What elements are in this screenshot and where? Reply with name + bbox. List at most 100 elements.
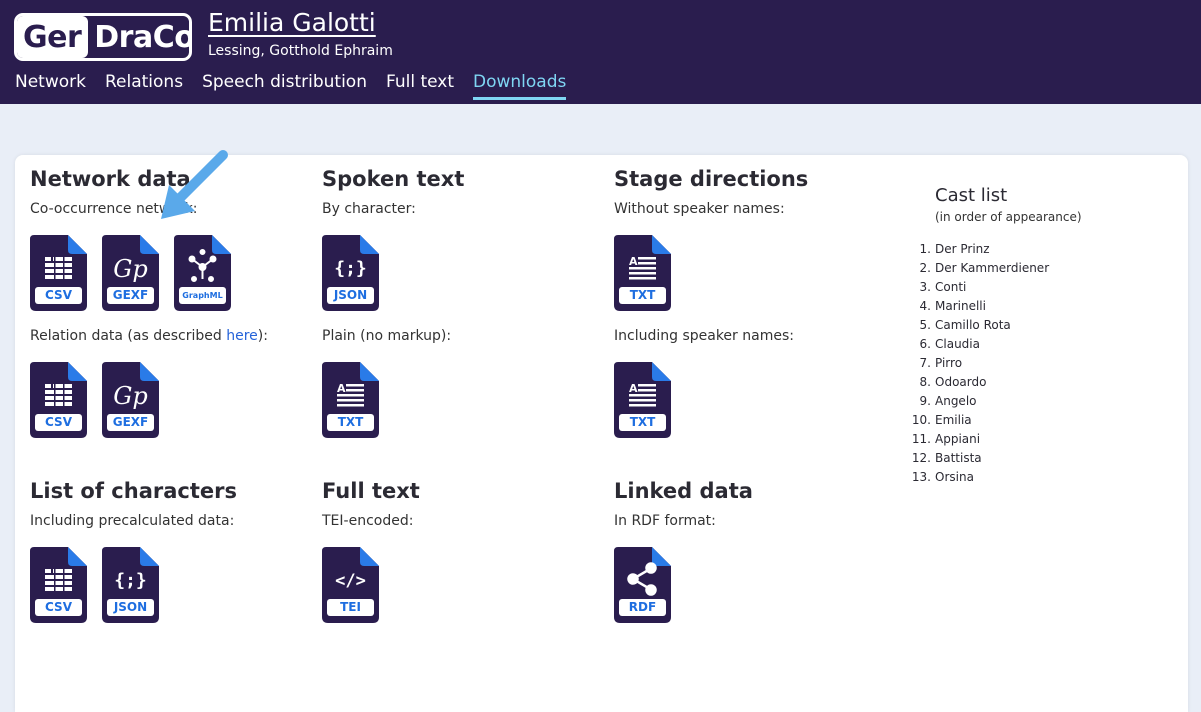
cast-number: 3.	[919, 280, 931, 294]
stage-txt-including-download[interactable]: A TXT	[614, 362, 671, 438]
format-label: CSV	[35, 287, 82, 304]
by-character-label: By character:	[322, 201, 416, 217]
rdf-download[interactable]: RDF	[614, 547, 671, 623]
by-character-downloads: {;} JSON	[322, 235, 379, 311]
cast-number: 1.	[919, 242, 931, 256]
including-speaker-downloads: A TXT	[614, 362, 671, 438]
relation-label-suffix: ):	[257, 328, 268, 344]
full-text-section: Full text	[322, 479, 420, 503]
relation-csv-download[interactable]: CSV	[30, 362, 87, 438]
cast-number: 6.	[919, 337, 931, 351]
cast-name: Claudia	[935, 337, 980, 351]
highlight-arrow-icon	[161, 150, 228, 219]
relation-gexf-download[interactable]: Gp GEXF	[102, 362, 159, 438]
play-title[interactable]: Emilia Galotti	[208, 8, 376, 37]
cooccurrence-gexf-download[interactable]: Gp GEXF	[102, 235, 159, 311]
without-speaker-label: Without speaker names:	[614, 201, 785, 217]
linked-data-section: Linked data	[614, 479, 753, 503]
cast-name: Appiani	[935, 432, 981, 446]
including-speaker-label: Including speaker names:	[614, 328, 794, 344]
cast-number: 7.	[919, 356, 931, 370]
cast-list-item: 1. Der Prinz	[908, 240, 1049, 259]
play-author: Lessing, Gotthold Ephraim	[208, 43, 393, 59]
characters-downloads: CSV {;} JSON	[30, 547, 159, 623]
format-label: GraphML	[179, 287, 226, 304]
characters-json-download[interactable]: {;} JSON	[102, 547, 159, 623]
svg-text:Gp: Gp	[113, 255, 148, 283]
stage-directions-section: Stage directions	[614, 167, 808, 191]
cast-number: 11.	[911, 432, 931, 446]
relation-downloads: CSV Gp GEXF	[30, 362, 159, 438]
spoken-json-download[interactable]: {;} JSON	[322, 235, 379, 311]
tei-label: TEI-encoded:	[322, 513, 414, 529]
cast-list-item: 6. Claudia	[908, 335, 1049, 354]
tab-network[interactable]: Network	[15, 72, 86, 100]
tei-download[interactable]: </> TEI	[322, 547, 379, 623]
linked-data-downloads: RDF	[614, 547, 671, 623]
format-label: GEXF	[107, 414, 154, 431]
format-label: JSON	[327, 287, 374, 304]
cast-name: Angelo	[935, 394, 977, 408]
tab-downloads[interactable]: Downloads	[473, 72, 567, 100]
format-label: CSV	[35, 414, 82, 431]
cast-list: 1. Der Prinz 2. Der Kammerdiener 3. Conti 4…	[908, 240, 1049, 487]
logo-ger: Ger	[17, 16, 89, 58]
cast-list-title: Cast list	[935, 185, 1008, 206]
tab-speech-distribution[interactable]: Speech distribution	[202, 72, 367, 100]
spoken-text-heading: Spoken text	[322, 167, 465, 191]
linked-data-heading: Linked data	[614, 479, 753, 503]
cooccurrence-graphml-download[interactable]: GraphML	[174, 235, 231, 311]
cast-name: Pirro	[935, 356, 963, 370]
cast-name: Conti	[935, 280, 967, 294]
format-label: TXT	[619, 414, 666, 431]
tab-full-text[interactable]: Full text	[386, 72, 454, 100]
full-text-downloads: </> TEI	[322, 547, 379, 623]
without-speaker-downloads: A TXT	[614, 235, 671, 311]
cast-number: 12.	[911, 451, 931, 465]
tab-relations[interactable]: Relations	[105, 72, 183, 100]
spoken-txt-download[interactable]: A TXT	[322, 362, 379, 438]
svg-text:Gp: Gp	[113, 382, 148, 410]
svg-text:A: A	[337, 382, 346, 395]
stage-txt-without-download[interactable]: A TXT	[614, 235, 671, 311]
relation-data-label: Relation data (as described here):	[30, 328, 268, 344]
cast-name: Der Kammerdiener	[935, 261, 1050, 275]
cast-number: 10.	[911, 413, 931, 427]
cast-number: 13.	[911, 470, 931, 484]
cast-list-item: 5. Camillo Rota	[908, 316, 1049, 335]
cast-list-item: 2. Der Kammerdiener	[908, 259, 1050, 278]
logo-dracor: DraCor	[94, 19, 189, 55]
cast-name: Battista	[935, 451, 982, 465]
format-label: JSON	[107, 599, 154, 616]
full-text-heading: Full text	[322, 479, 420, 503]
cast-number: 2.	[919, 261, 931, 275]
characters-csv-download[interactable]: CSV	[30, 547, 87, 623]
format-label: CSV	[35, 599, 82, 616]
stage-directions-heading: Stage directions	[614, 167, 809, 191]
cast-list-item: 7. Pirro	[908, 354, 1049, 373]
cooccurrence-csv-download[interactable]: CSV	[30, 235, 87, 311]
cast-list-item: 4. Marinelli	[908, 297, 1049, 316]
format-label: RDF	[619, 599, 666, 616]
format-label: TXT	[619, 287, 666, 304]
gerdracor-logo[interactable]: Ger DraCor	[14, 13, 192, 61]
cast-list-item: 12. Battista	[908, 449, 1049, 468]
cast-name: Camillo Rota	[935, 318, 1011, 332]
rdf-label: In RDF format:	[614, 513, 716, 529]
format-label: GEXF	[107, 287, 154, 304]
cast-name: Orsina	[935, 470, 974, 484]
svg-text:{;}: {;}	[334, 258, 367, 279]
cast-name: Odoardo	[935, 375, 987, 389]
cast-list-item: 8. Odoardo	[908, 373, 1049, 392]
cast-list-item: 13. Orsina	[908, 468, 1049, 487]
cast-list-item: 9. Angelo	[908, 392, 1049, 411]
relation-here-link[interactable]: here	[226, 328, 258, 344]
cast-list-note: (in order of appearance)	[935, 210, 1082, 224]
plain-label: Plain (no markup):	[322, 328, 452, 344]
spoken-text-section: Spoken text	[322, 167, 464, 191]
cast-number: 9.	[919, 394, 931, 408]
cast-list-item: 11. Appiani	[908, 430, 1049, 449]
app-header: Ger DraCor Emilia Galotti Lessing, Gotth…	[0, 0, 1201, 104]
characters-heading: List of characters	[30, 479, 237, 503]
cooccurrence-downloads: CSV Gp GEXF GraphML	[30, 235, 231, 311]
